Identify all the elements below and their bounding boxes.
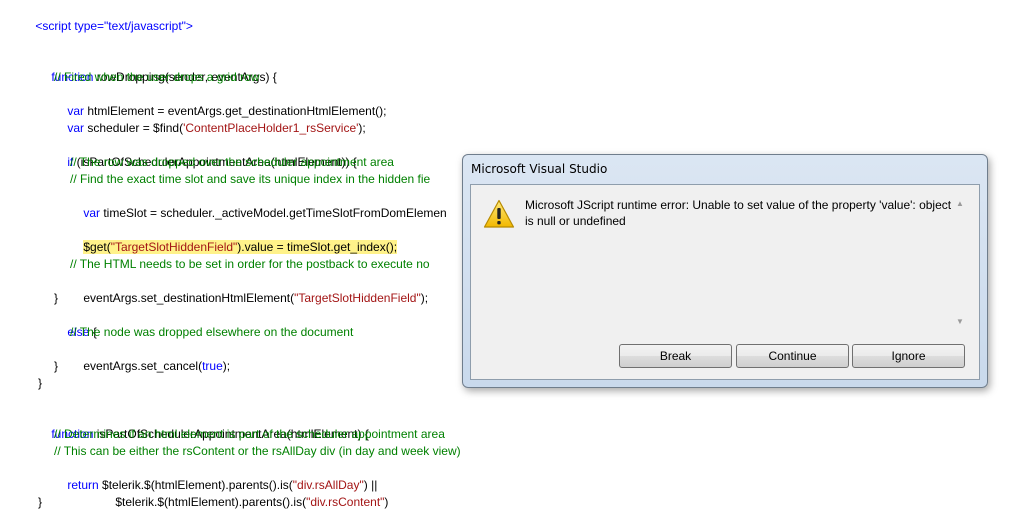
code-line: eventArgs.set_destinationHtmlElement("Ta…: [70, 273, 428, 305]
code-brace: }: [54, 359, 59, 373]
warning-icon: [483, 199, 515, 228]
code-line-function-rowdropping: function rowDropping(sender, eventArgs) …: [38, 52, 276, 84]
code-text: scheduler = $find(: [84, 121, 184, 135]
code-brace: }: [38, 376, 43, 390]
code-brace: }: [38, 495, 43, 509]
code-line: $telerik.$(htmlElement).parents().is("di…: [102, 477, 388, 509]
string-literal: "div.rsContent": [306, 495, 385, 509]
code-line-function-ispart: function isPartOfSchedulerAppointmentAre…: [38, 409, 369, 441]
code-text: eventArgs.set_cancel(: [83, 359, 203, 373]
code-text: );: [358, 121, 366, 135]
code-comment: // This can be either the rsContent or t…: [54, 444, 461, 458]
code-text: eventArgs.set_destinationHtmlElement(: [83, 291, 295, 305]
code-comment: // The node was dropped elsewhere on the…: [70, 325, 354, 339]
code-text: ).value = timeSlot.get_index();: [237, 240, 398, 254]
error-dialog[interactable]: Microsoft Visual Studio Microsoft JScrip…: [462, 154, 988, 388]
code-line: var scheduler = $find('ContentPlaceHolde…: [54, 103, 365, 135]
code-text: ): [384, 495, 389, 509]
code-comment: // Determines if an html element is part…: [54, 427, 445, 441]
keyword: var: [67, 121, 85, 135]
dialog-title: Microsoft Visual Studio: [471, 162, 608, 176]
code-comment: // Find the exact time slot and save its…: [70, 172, 431, 186]
code-text: $get(: [83, 240, 111, 254]
code-text: timeSlot = scheduler._activeModel.getTim…: [100, 206, 447, 220]
code-comment: // The row was dropped over the schedule…: [70, 155, 394, 169]
code-line-return: return $telerik.$(htmlElement).parents()…: [54, 460, 377, 492]
code-line: var timeSlot = scheduler._activeModel.ge…: [70, 188, 446, 220]
code-line-else: else {: [54, 307, 96, 339]
string-literal: "TargetSlotHiddenField": [110, 240, 238, 254]
code-line: if (isPartOfSchedulerAppointmentArea(htm…: [54, 137, 356, 169]
code-line-script-tag: <script type="text/javascript">: [22, 1, 193, 33]
code-line-highlighted: $get("TargetSlotHiddenField").value = ti…: [70, 222, 398, 254]
message-area[interactable]: Microsoft JScript runtime error: Unable …: [523, 195, 965, 331]
break-button[interactable]: Break: [619, 344, 732, 368]
ignore-button[interactable]: Ignore: [852, 344, 965, 368]
code-line: var htmlElement = eventArgs.get_destinat…: [54, 86, 386, 118]
keyword: var: [83, 206, 101, 220]
script-tag: <script type="text/javascript">: [35, 19, 193, 33]
keyword: return: [67, 478, 99, 492]
keyword: true: [202, 359, 223, 373]
error-message: Microsoft JScript runtime error: Unable …: [525, 198, 952, 228]
current-statement-highlight: $get("TargetSlotHiddenField").value = ti…: [83, 240, 398, 254]
code-text: );: [420, 291, 429, 305]
code-text: $telerik.$(htmlElement).parents().is(: [115, 495, 307, 509]
scroll-down-arrow-icon[interactable]: ▼: [955, 317, 965, 327]
code-comment: // Fired when the user drops a grid row: [54, 70, 260, 84]
dialog-content: Microsoft JScript runtime error: Unable …: [470, 184, 980, 380]
code-line: eventArgs.set_cancel(true);: [70, 341, 230, 373]
scroll-up-arrow-icon[interactable]: ▲: [955, 199, 965, 209]
string-literal: 'ContentPlaceHolder1_rsService': [183, 121, 359, 135]
code-brace: }: [54, 291, 59, 305]
string-literal: "TargetSlotHiddenField": [294, 291, 421, 305]
continue-button[interactable]: Continue: [736, 344, 849, 368]
code-text: );: [222, 359, 231, 373]
code-comment: // The HTML needs to be set in order for…: [70, 257, 430, 271]
